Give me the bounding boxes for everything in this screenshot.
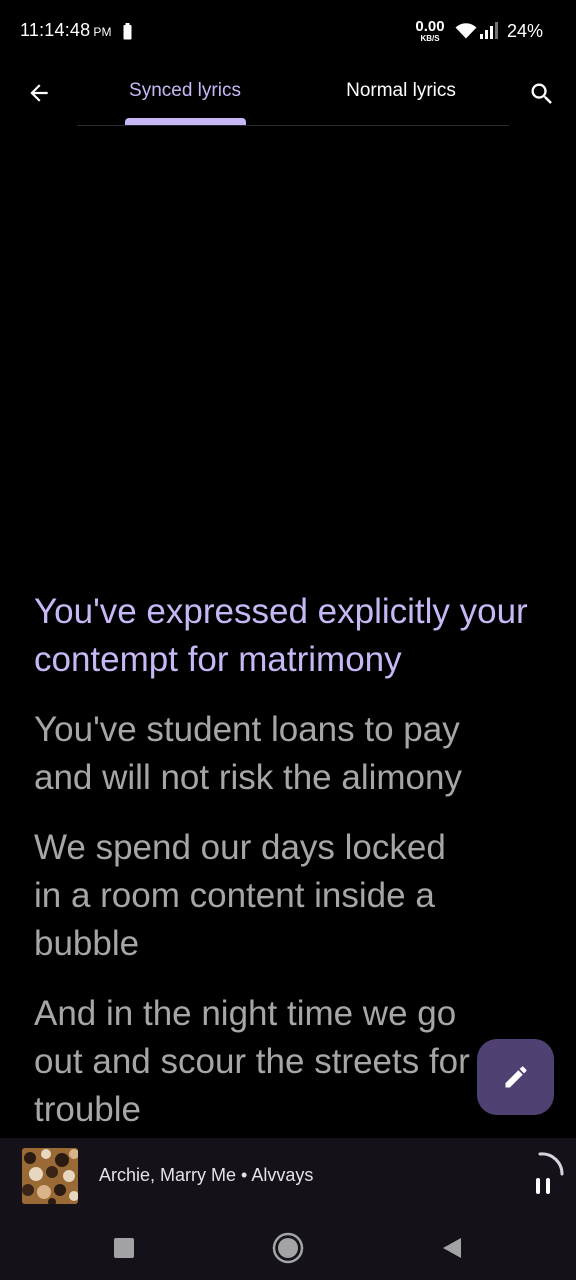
lyric-line[interactable]: We spend our days locked in a room conte…: [34, 824, 464, 968]
tab-normal-lyrics[interactable]: Normal lyrics: [293, 64, 509, 125]
network-speed-value: 0.00: [415, 18, 445, 35]
status-time-value: 11:14:48: [20, 20, 91, 40]
circle-icon: [272, 1232, 304, 1264]
search-icon: [531, 83, 552, 104]
tab-normal-lyrics-label: Normal lyrics: [346, 80, 456, 101]
pencil-icon: [505, 1066, 527, 1088]
network-speed-unit: KB/S: [420, 34, 440, 43]
network-speed: 0.00 KB/S: [410, 19, 450, 43]
tab-synced-lyrics[interactable]: Synced lyrics: [77, 64, 293, 125]
triangle-back-icon: [443, 1238, 461, 1258]
status-bar: 11:14:48 PM 0.00 KB/S 24%: [0, 0, 576, 64]
play-pause-button[interactable]: [522, 1150, 566, 1200]
status-time-ampm: PM: [93, 25, 112, 39]
tab-indicator: [125, 118, 246, 125]
back-nav-button[interactable]: [434, 1230, 470, 1266]
edit-lyrics-button[interactable]: [477, 1039, 554, 1115]
recents-button[interactable]: [106, 1230, 142, 1266]
system-nav-bar: [0, 1212, 576, 1280]
battery-saver-icon: [123, 23, 132, 40]
lyric-line-current[interactable]: You've expressed explicitly your contemp…: [34, 588, 554, 684]
status-time: 11:14:48 PM: [20, 20, 112, 41]
lyric-line[interactable]: And in the night time we go out and scou…: [34, 990, 474, 1134]
battery-percent: 24%: [507, 21, 544, 41]
signal-icon: [480, 22, 498, 39]
lyric-line[interactable]: You've student loans to pay and will not…: [34, 706, 464, 802]
lyrics-tabs: Synced lyrics Normal lyrics: [77, 64, 509, 126]
pause-icon: [536, 1152, 564, 1194]
back-button[interactable]: [22, 76, 56, 110]
wifi-icon: [455, 23, 477, 39]
arrow-left-icon: [30, 84, 48, 102]
home-button[interactable]: [270, 1230, 306, 1266]
top-bar: Synced lyrics Normal lyrics: [0, 64, 576, 126]
album-art-image: [22, 1148, 78, 1204]
progress-arc: [538, 1152, 564, 1176]
lyrics-list: You've expressed explicitly your contemp…: [34, 588, 554, 1156]
search-button[interactable]: [524, 76, 560, 112]
square-icon: [114, 1238, 134, 1258]
track-info[interactable]: Archie, Marry Me • Alvvays: [99, 1165, 313, 1186]
album-art[interactable]: [22, 1148, 78, 1204]
